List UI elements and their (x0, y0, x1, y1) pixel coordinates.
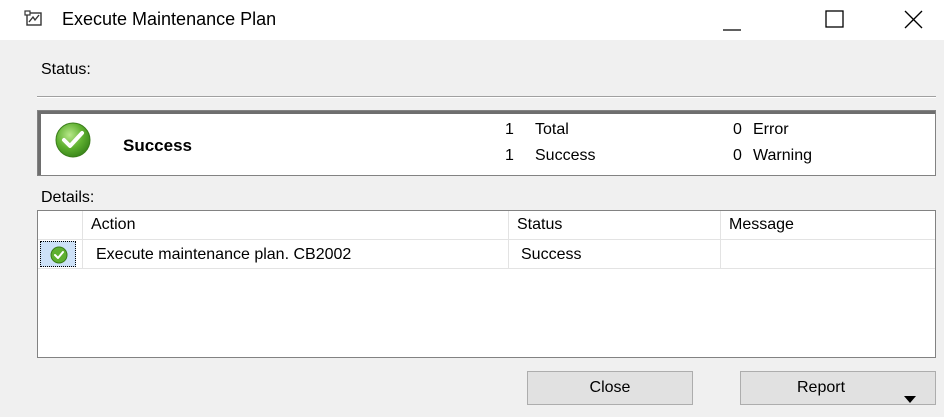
row-message[interactable] (721, 240, 935, 268)
close-window-button[interactable] (884, 0, 944, 40)
column-header-icon[interactable] (38, 211, 83, 239)
window-title: Execute Maintenance Plan (62, 9, 277, 29)
close-button[interactable]: Close (527, 371, 693, 405)
error-count: 0 (733, 121, 742, 138)
close-icon (904, 10, 923, 29)
success-check-icon (54, 121, 92, 159)
row-status[interactable]: Success (509, 240, 721, 268)
table-row[interactable]: Execute maintenance plan. CB2002 Success (38, 240, 935, 269)
warning-count: 0 (733, 147, 742, 164)
minimize-button[interactable] (702, 0, 762, 40)
total-count: 1 (505, 121, 514, 138)
total-label: Total (535, 121, 569, 138)
column-header-message[interactable]: Message (721, 211, 935, 239)
column-header-status[interactable]: Status (509, 211, 721, 239)
success-check-icon (50, 246, 68, 264)
details-section-label: Details: (41, 189, 95, 206)
maximize-icon (825, 10, 844, 28)
minimize-icon (723, 29, 741, 31)
title-bar: Execute Maintenance Plan (0, 0, 944, 40)
success-label: Success (535, 147, 596, 164)
grid-header: Action Status Message (38, 211, 935, 240)
warning-label: Warning (753, 147, 812, 164)
status-section-label: Status: (41, 61, 91, 78)
error-label: Error (753, 121, 789, 138)
row-focus-indicator (40, 241, 76, 267)
row-action[interactable]: Execute maintenance plan. CB2002 (83, 240, 509, 268)
dropdown-arrow-icon[interactable] (903, 384, 917, 416)
row-icon-cell[interactable] (38, 240, 83, 268)
maximize-button[interactable] (806, 0, 866, 40)
status-divider (37, 96, 936, 98)
column-header-action[interactable]: Action (83, 211, 509, 239)
status-summary-panel: Success 1 Total 1 Success 0 Error 0 Warn… (37, 110, 936, 176)
details-grid[interactable]: Action Status Message Execute maintenanc… (37, 210, 936, 358)
success-count: 1 (505, 147, 514, 164)
report-button-label: Report (796, 379, 846, 396)
report-button[interactable]: Report (740, 371, 936, 405)
maintenance-plan-icon (24, 9, 44, 29)
status-result: Success (123, 136, 192, 155)
